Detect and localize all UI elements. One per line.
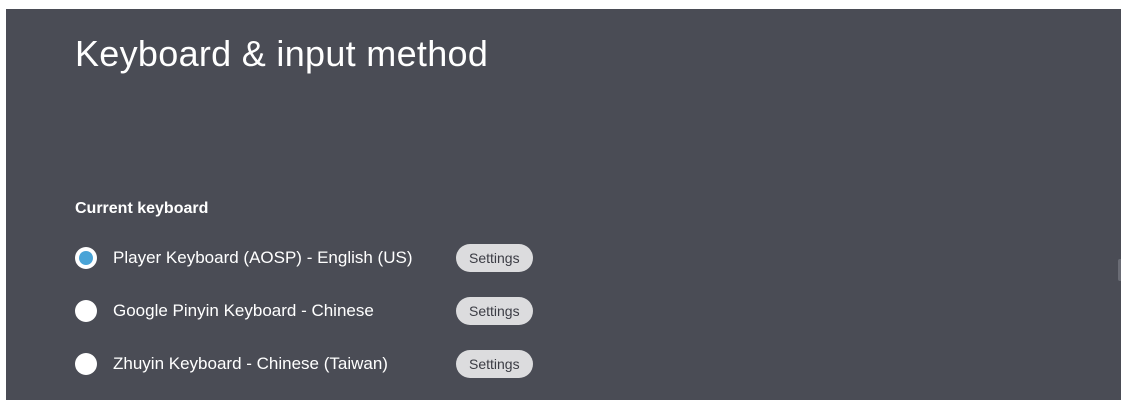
radio-selected-icon[interactable]	[75, 246, 97, 269]
keyboard-list: Player Keyboard (AOSP) - English (US) Se…	[75, 231, 533, 390]
keyboard-option-label: Google Pinyin Keyboard - Chinese	[113, 300, 374, 320]
player-keyboard-settings-button[interactable]: Settings	[456, 243, 533, 272]
keyboard-option-google-pinyin[interactable]: Google Pinyin Keyboard - Chinese Setting…	[75, 284, 533, 337]
zhuyin-settings-button[interactable]: Settings	[456, 349, 533, 378]
page-title: Keyboard & input method	[75, 33, 489, 74]
radio-unselected-icon[interactable]	[75, 299, 97, 322]
keyboard-option-label: Player Keyboard (AOSP) - English (US)	[113, 247, 413, 267]
radio-unselected-icon[interactable]	[75, 352, 97, 375]
keyboard-option-zhuyin[interactable]: Zhuyin Keyboard - Chinese (Taiwan) Setti…	[75, 337, 533, 390]
google-pinyin-settings-button[interactable]: Settings	[456, 296, 533, 325]
settings-panel: Keyboard & input method Current keyboard…	[6, 9, 1121, 400]
keyboard-option-label: Zhuyin Keyboard - Chinese (Taiwan)	[113, 353, 388, 373]
keyboard-option-player-aosp[interactable]: Player Keyboard (AOSP) - English (US) Se…	[75, 231, 533, 284]
current-keyboard-header: Current keyboard	[75, 200, 209, 217]
